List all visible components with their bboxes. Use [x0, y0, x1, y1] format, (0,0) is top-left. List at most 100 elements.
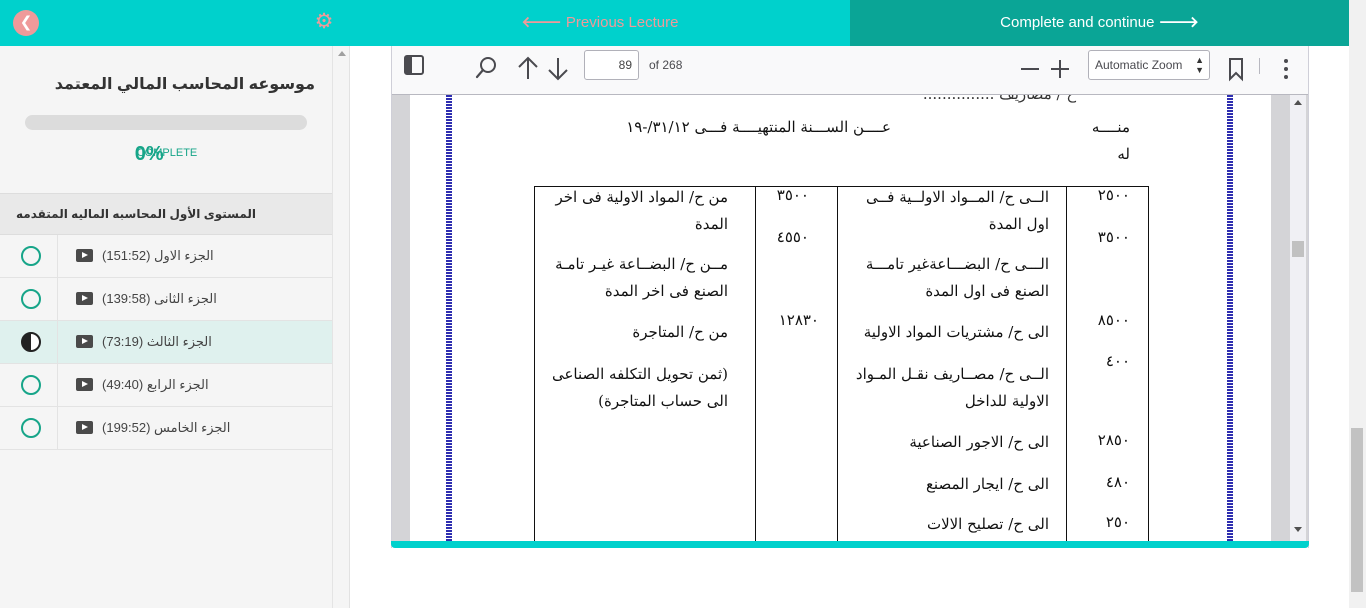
arrow-down-icon[interactable] — [543, 54, 573, 84]
zoom-select-value: Automatic Zoom — [1095, 58, 1183, 72]
sidebar-toggle-icon[interactable] — [404, 55, 424, 75]
lecture-status-column — [0, 235, 58, 277]
page-border-left — [446, 95, 452, 541]
previous-lecture-label: Previous Lecture — [565, 14, 679, 31]
play-icon — [76, 378, 93, 391]
debit-item: الى ح/ مشتريات المواد الاولية — [863, 323, 1049, 341]
header-credit: له — [1117, 145, 1130, 163]
incomplete-circle-icon — [21, 375, 41, 395]
lecture-status-column — [0, 278, 58, 320]
credit-item: من ح/ المواد الاولية فى اخر المدة — [555, 188, 728, 233]
scroll-up-arrow-icon[interactable] — [338, 51, 346, 56]
back-button[interactable]: ❮ — [13, 10, 39, 36]
toolbar-separator — [1259, 58, 1260, 74]
debit-amount: ٨٥٠٠ — [1097, 311, 1130, 329]
incomplete-circle-icon — [21, 418, 41, 438]
previous-lecture-button[interactable]: 🡐 Previous Lecture — [350, 0, 850, 46]
debit-amount: ٢٨٥٠ — [1097, 431, 1130, 449]
play-icon — [76, 292, 93, 305]
credit-item: مــن ح/ البضــاعة غيـر تامـة الصنع فى اخ… — [555, 255, 728, 300]
credit-amount: ٣٥٠٠ — [776, 186, 809, 204]
sidebar-scrollbar[interactable] — [332, 46, 349, 608]
zoom-select[interactable]: Automatic Zoom ▲ ▼ — [1088, 50, 1210, 80]
page-scrollbar-thumb[interactable] — [1351, 428, 1363, 592]
debit-amount: ٣٥٠٠ — [1097, 228, 1130, 246]
table-line — [1066, 186, 1067, 541]
bookmark-icon[interactable] — [1221, 54, 1251, 84]
course-title: موسوعه المحاسب المالي المعتمد — [54, 76, 315, 93]
debit-amount: ٢٥٠ — [1105, 513, 1130, 531]
section-title: المستوى الأول المحاسبه الماليه المتقدمه — [16, 207, 257, 221]
lecture-item-current[interactable]: الجزء الثالث (73:19) — [0, 321, 332, 364]
lecture-status-column — [0, 364, 58, 406]
cut-off-text: ح / مصاريف ............... — [923, 95, 1076, 103]
debit-item: الــى ح/ المــواد الاولــية فــى اول الم… — [866, 188, 1049, 233]
table-line — [837, 186, 838, 541]
page-number-input[interactable] — [584, 50, 639, 80]
progress-percent: 0% — [134, 143, 164, 165]
search-icon[interactable] — [472, 54, 502, 84]
debit-item: الى ح/ ايجار المصنع — [925, 475, 1049, 493]
incomplete-circle-icon — [21, 246, 41, 266]
complete-and-continue-label: Complete and continue — [1000, 14, 1155, 31]
back-icon: ❮ — [19, 14, 33, 31]
section-header: المستوى الأول المحاسبه الماليه المتقدمه — [0, 193, 332, 235]
arrow-left-icon: 🡐 — [521, 14, 562, 31]
incomplete-circle-icon — [21, 289, 41, 309]
lecture-item[interactable]: الجزء الثانى (139:58) — [0, 278, 332, 321]
scroll-down-arrow-icon[interactable] — [1294, 527, 1302, 532]
header-period: عــــن الســـنة المنتهيــــة فـــى ٣١/١٢… — [626, 118, 891, 136]
lecture-item[interactable]: الجزء الرابع (49:40) — [0, 364, 332, 407]
debit-item: الى ح/ تصليح الالات — [926, 515, 1049, 533]
pdf-viewer: of 268 Automatic Zoom ▲▼ ح / مصاريف ....… — [391, 46, 1309, 548]
debit-amount: ٤٠٠ — [1105, 352, 1130, 370]
lecture-status-column — [0, 407, 58, 449]
play-icon — [76, 421, 93, 434]
lecture-title: الجزء الثانى (139:58) — [102, 291, 217, 306]
course-sidebar: ❮ ⚙ موسوعه المحاسب المالي المعتمد 0% COMP… — [0, 0, 350, 608]
viewer-bottom-bar — [391, 541, 1309, 548]
debit-item: الــى ح/ مصــاريف نقـل المـواد الاولية ل… — [855, 365, 1049, 410]
credit-item: من ح/ المتاجرة — [632, 323, 728, 341]
select-caret-icon: ▲ ▼ — [1195, 55, 1204, 75]
pdf-content-area[interactable]: ح / مصاريف ............... منــــه له عـ… — [392, 95, 1308, 541]
lecture-status-column — [0, 321, 58, 363]
pdf-scrollbar-thumb[interactable] — [1292, 241, 1304, 257]
plus-icon[interactable] — [1045, 54, 1075, 84]
scroll-up-arrow-icon[interactable] — [1294, 100, 1302, 105]
credit-amount: ٤٥٥٠ — [776, 228, 809, 246]
progress-text: 0% COMPLETE — [0, 143, 332, 165]
lecture-item[interactable]: الجزء الاول (151:52) — [0, 235, 332, 278]
debit-amount: ٢٥٠٠ — [1097, 186, 1130, 204]
arrow-up-icon[interactable] — [513, 54, 543, 84]
header-debit: منــــه — [1091, 118, 1130, 136]
complete-and-continue-button[interactable]: Complete and continue 🡒 — [850, 0, 1349, 46]
lecture-list: الجزء الاول (151:52) الجزء الثانى (139:5… — [0, 235, 332, 450]
course-progress-bar — [25, 115, 307, 130]
credit-item: (ثمن تحويل التكلفه الصناعى الى حساب المت… — [551, 365, 728, 410]
page-scrollbar[interactable] — [1349, 0, 1366, 608]
sidebar-header: ❮ ⚙ — [0, 0, 350, 46]
minus-icon[interactable] — [1015, 54, 1045, 84]
kebab-menu-icon[interactable] — [1271, 54, 1301, 84]
lecture-title: الجزء الثالث (73:19) — [102, 334, 212, 349]
in-progress-circle-icon — [21, 332, 41, 352]
lecture-title: الجزء الرابع (49:40) — [102, 377, 209, 392]
pdf-scrollbar[interactable] — [1290, 95, 1306, 541]
table-line — [1148, 186, 1149, 541]
table-line — [755, 186, 756, 541]
debit-amount: ٤٨٠ — [1105, 473, 1130, 491]
pdf-page: ح / مصاريف ............... منــــه له عـ… — [410, 95, 1271, 541]
page-count-label: of 268 — [649, 58, 683, 72]
lecture-title: الجزء الخامس (199:52) — [102, 420, 231, 435]
lecture-item[interactable]: الجزء الخامس (199:52) — [0, 407, 332, 450]
play-icon — [76, 335, 93, 348]
pdf-toolbar: of 268 Automatic Zoom ▲▼ — [392, 46, 1308, 95]
debit-item: الى ح/ الاجور الصناعية — [909, 433, 1049, 451]
debit-item: الـــى ح/ البضـــاعةغير تامـــة الصنع فى… — [865, 255, 1049, 300]
play-icon — [76, 249, 93, 262]
credit-amount: ١٢٨٣٠ — [778, 311, 819, 329]
gear-icon[interactable]: ⚙ — [313, 11, 335, 33]
page-border-right — [1227, 95, 1233, 541]
lecture-title: الجزء الاول (151:52) — [102, 248, 214, 263]
